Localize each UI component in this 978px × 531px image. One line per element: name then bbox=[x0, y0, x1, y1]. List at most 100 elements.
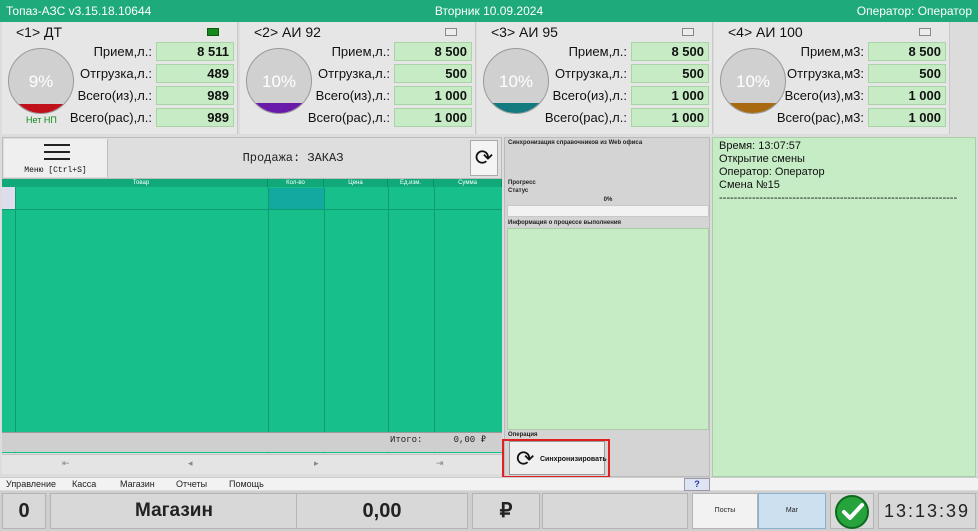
counter-row: Всего(из),м3: 1 000 bbox=[785, 86, 946, 106]
counter-row: Всего(из),л.: 1 000 bbox=[312, 86, 472, 106]
shop-tab[interactable]: Маг bbox=[758, 493, 826, 529]
col-header-sum[interactable]: Сумма bbox=[434, 179, 502, 187]
menu-item-reports[interactable]: Отчеты bbox=[176, 478, 207, 491]
refresh-button[interactable]: ⟳ bbox=[470, 140, 498, 176]
counter-value: 1 000 bbox=[394, 86, 472, 105]
col-header-unit[interactable]: Ед.изм. bbox=[388, 179, 434, 187]
menu-button[interactable]: Меню [Ctrl+S] bbox=[4, 139, 108, 177]
counter-display: 0 bbox=[2, 493, 46, 529]
counter-label: Всего(из),л.: bbox=[77, 88, 152, 103]
counter-row: Отгрузка,л.: 500 bbox=[312, 64, 472, 84]
grid-navigation: ⇤ ◂ ▸ ⇥ bbox=[2, 454, 502, 474]
counter-value: 1 000 bbox=[631, 108, 709, 127]
order-grid[interactable]: Товар Кол-во Цена Ед.изм. Сумма bbox=[2, 179, 502, 453]
tank-percent: 9% bbox=[28, 72, 54, 91]
counter-value: 8 511 bbox=[156, 42, 234, 61]
col-divider bbox=[388, 187, 389, 453]
counter-row: Прием,л.: 8 511 bbox=[74, 42, 234, 62]
selected-cell[interactable] bbox=[268, 188, 324, 209]
counter-row: Прием,л.: 8 500 bbox=[549, 42, 709, 62]
counter-label: Прием,л.: bbox=[331, 44, 390, 59]
menu-item-cashbox[interactable]: Касса bbox=[72, 478, 96, 491]
info-box bbox=[507, 228, 709, 430]
counter-label: Всего(из),л.: bbox=[315, 88, 390, 103]
counter-label: Всего(рас),л.: bbox=[307, 110, 390, 125]
total-label: Итого: bbox=[390, 435, 423, 445]
col-header-product[interactable]: Товар bbox=[15, 179, 268, 187]
refresh-icon: ⟳ bbox=[474, 145, 494, 170]
tank-percent: 10% bbox=[735, 72, 771, 91]
counter-label: Отгрузка,л.: bbox=[318, 66, 390, 81]
title-bar: Топаз-АЗС v3.15.18.10644 Вторник 10.09.2… bbox=[0, 0, 978, 22]
counter-row: Всего(рас),м3: 1 000 bbox=[777, 108, 946, 128]
counter-label: Всего(из),л.: bbox=[552, 88, 627, 103]
progress-bar bbox=[507, 205, 709, 217]
dispenser-panel[interactable]: <3> АИ 95 10% Прием,л.: 8 500 Отгрузка,л.: 50… bbox=[477, 22, 713, 134]
counter-value: 500 bbox=[631, 64, 709, 83]
counter-row: Отгрузка,л.: 500 bbox=[549, 64, 709, 84]
order-title: Продажа: ЗАКАЗ bbox=[242, 151, 344, 165]
counter-label: Прием,л.: bbox=[93, 44, 152, 59]
dispenser-panel[interactable]: <4> АИ 100 10% Прием,м3: 8 500 Отгрузка,м3: 5… bbox=[714, 22, 950, 134]
progress-percent: 0% bbox=[603, 197, 613, 203]
dispenser-name: <2> АИ 92 bbox=[254, 24, 321, 40]
shift-journal: Время: 13:07:57 Открытие смены Оператор:… bbox=[712, 137, 976, 477]
counter-label: Всего(рас),м3: bbox=[776, 110, 864, 125]
status-label: Статус bbox=[508, 188, 529, 194]
counter-row: Всего(рас),л.: 1 000 bbox=[545, 108, 709, 128]
nav-last-button[interactable]: ⇥ bbox=[436, 458, 444, 469]
nav-prev-button[interactable]: ◂ bbox=[188, 458, 193, 469]
nav-next-button[interactable]: ▸ bbox=[314, 458, 319, 469]
journal-line: Оператор: Оператор bbox=[719, 166, 825, 178]
dispenser-panel[interactable]: <2> АИ 92 10% Прием,л.: 8 500 Отгрузка,л.: 50… bbox=[240, 22, 476, 134]
col-header-qty[interactable]: Кол-во bbox=[268, 179, 324, 187]
nav-first-button[interactable]: ⇤ bbox=[62, 458, 70, 469]
counter-value: 1 000 bbox=[394, 108, 472, 127]
ok-button[interactable] bbox=[830, 493, 874, 529]
menu-button-label: Меню [Ctrl+S] bbox=[24, 166, 87, 175]
dispenser-panel[interactable]: <1> ДТ 9% Нет НП Прием,л.: 8 511 Отгрузка,л.:… bbox=[2, 22, 238, 134]
tank-gauge: 10% bbox=[483, 48, 549, 114]
menu-item-management[interactable]: Управление bbox=[6, 478, 56, 491]
help-button[interactable]: ? bbox=[684, 478, 710, 491]
counter-value: 1 000 bbox=[868, 108, 946, 127]
current-date: Вторник 10.09.2024 bbox=[434, 4, 544, 18]
journal-line: Открытие смены bbox=[719, 153, 805, 165]
mode-label: Магазин bbox=[135, 500, 213, 521]
grid-header: Товар Кол-во Цена Ед.изм. Сумма bbox=[2, 179, 502, 187]
journal-line: Время: 13:07:57 bbox=[719, 140, 802, 152]
counter-value: 489 bbox=[156, 64, 234, 83]
total-value: 0,00 ₽ bbox=[453, 435, 486, 445]
status-indicator-icon bbox=[682, 28, 694, 36]
hamburger-icon bbox=[44, 144, 70, 165]
progress-label: Прогресс bbox=[508, 180, 536, 186]
checkmark-icon bbox=[835, 495, 869, 529]
menu-item-help[interactable]: Помощь bbox=[229, 478, 264, 491]
col-header-price[interactable]: Цена bbox=[324, 179, 388, 187]
totals-row: Итого: 0,00 ₽ bbox=[2, 432, 502, 452]
counter-value: 989 bbox=[156, 86, 234, 105]
app-window: Топаз-АЗС v3.15.18.10644 Вторник 10.09.2… bbox=[0, 0, 978, 531]
counter-row: Всего(рас),л.: 1 000 bbox=[308, 108, 472, 128]
counter-label: Всего(рас),л.: bbox=[544, 110, 627, 125]
menu-item-shop[interactable]: Магазин bbox=[120, 478, 155, 491]
status-indicator-icon bbox=[445, 28, 457, 36]
menu-strip: Управление Касса Магазин Отчеты Помощь ? bbox=[0, 477, 978, 491]
counter-label: Отгрузка,м3: bbox=[787, 66, 864, 81]
counter-label: Всего(рас),л.: bbox=[69, 110, 152, 125]
counter-row: Прием,л.: 8 500 bbox=[312, 42, 472, 62]
amount-display: 0,00 bbox=[296, 493, 468, 529]
tank-gauge: 10% bbox=[720, 48, 786, 114]
clock-display: 13:13:39 bbox=[878, 493, 976, 529]
tank-percent: 10% bbox=[261, 72, 297, 91]
tank-percent: 10% bbox=[498, 72, 534, 91]
dispenser-name: <3> АИ 95 bbox=[491, 24, 558, 40]
col-divider bbox=[268, 187, 269, 453]
posts-tab[interactable]: Посты bbox=[692, 493, 758, 529]
dispenser-name: <1> ДТ bbox=[16, 24, 63, 40]
row-divider bbox=[2, 209, 502, 210]
counter-value: 500 bbox=[394, 64, 472, 83]
counter-row: Отгрузка,м3: 500 bbox=[786, 64, 946, 84]
journal-line: Смена №15 bbox=[719, 179, 780, 191]
bottom-bar: 0 Магазин 0,00 ₽ Посты Маг 13:13:39 bbox=[0, 491, 978, 531]
